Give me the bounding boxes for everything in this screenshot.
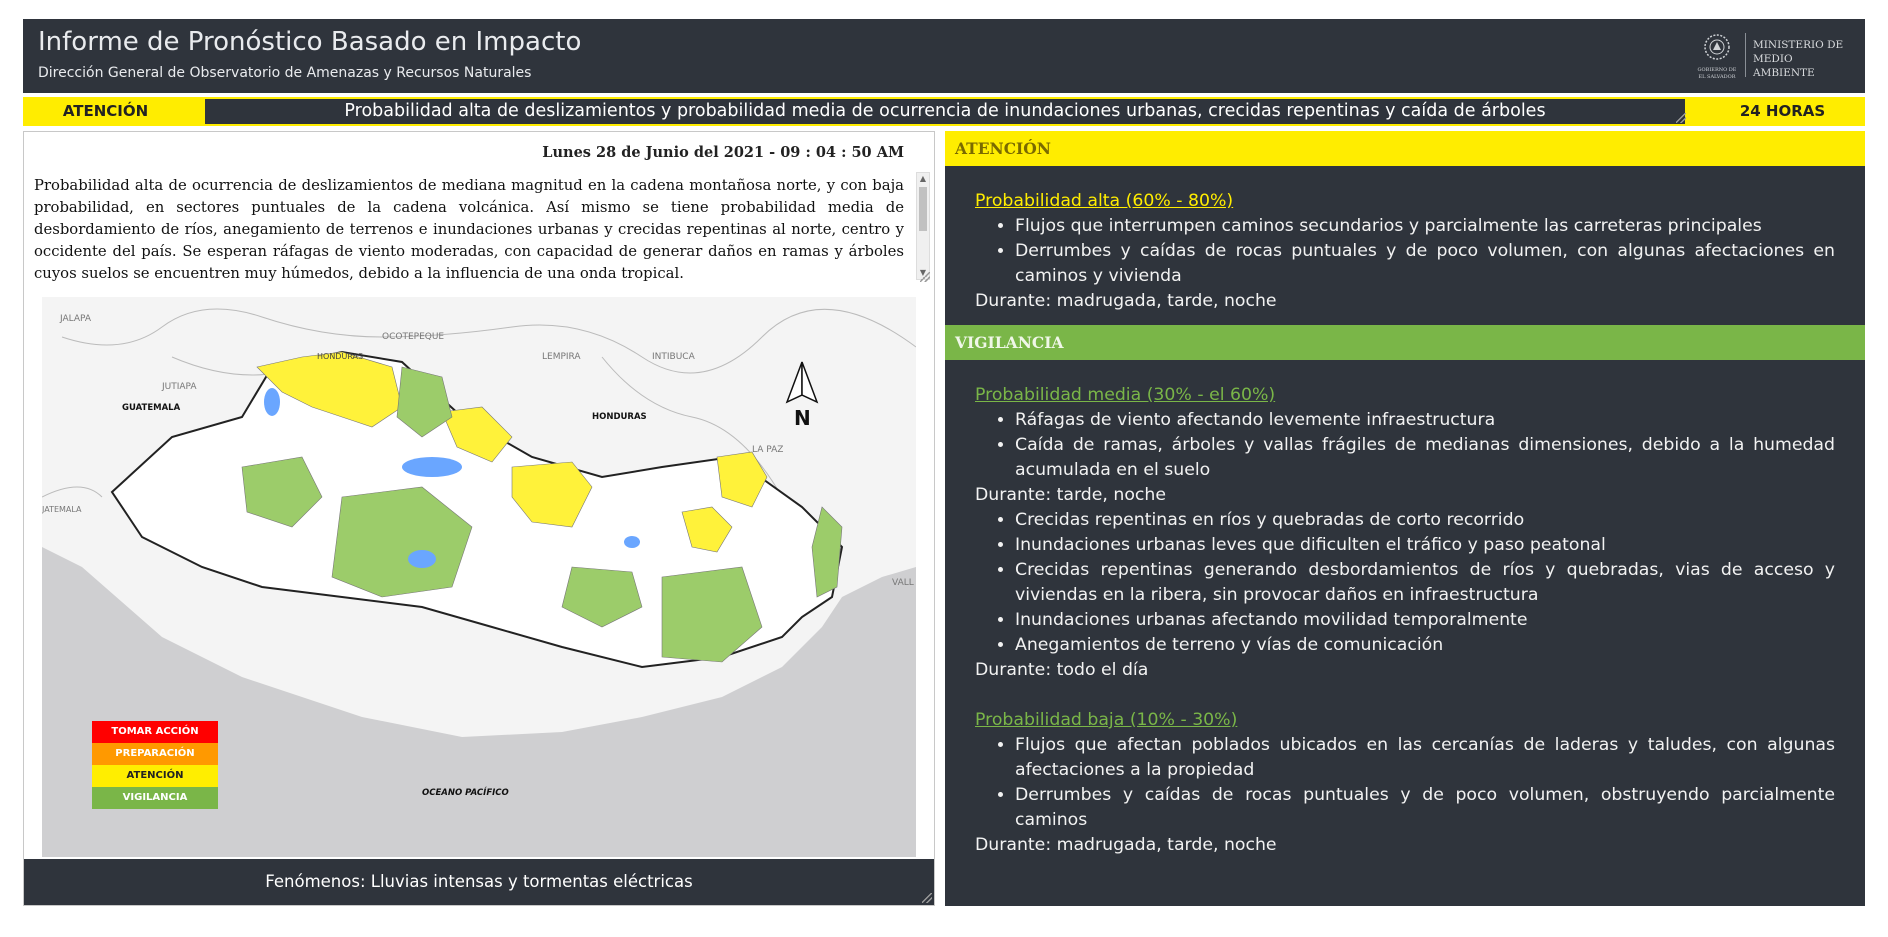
- ministry-line-1: MINISTERIO DE: [1753, 39, 1844, 51]
- map-label-jutiapa: JUTIAPA: [161, 382, 197, 392]
- map-label-ocean: OCEANO PACÍFICO: [422, 786, 509, 798]
- ministry-logo: GOBIERNO DE EL SALVADOR MINISTERIO DE ME…: [1697, 27, 1857, 83]
- ministry-line-2: MEDIO AMBIENTE: [1753, 53, 1815, 79]
- durante-media-a: Durante: tarde, noche: [975, 485, 1166, 505]
- prob-baja-link[interactable]: Probabilidad baja (10% - 30%): [975, 708, 1835, 733]
- legend-preparacion: PREPARACIÓN: [92, 743, 218, 765]
- logo-divider: [1745, 33, 1746, 77]
- alert-period: 24 HORAS: [1739, 102, 1826, 120]
- phenomena-footer: Fenómenos: Lluvias intensas y tormentas …: [24, 859, 934, 905]
- list-item: Inundaciones urbanas afectando movilidad…: [1015, 608, 1835, 633]
- legend-vigilancia: VIGILANCIA: [92, 787, 218, 809]
- north-label: N: [794, 406, 811, 430]
- list-item: Caída de ramas, árboles y vallas frágile…: [1015, 433, 1835, 483]
- alert-message: Probabilidad alta de deslizamientos y pr…: [205, 99, 1685, 124]
- list-item: Anegamientos de terreno y vías de comuni…: [1015, 633, 1835, 658]
- seal-text-2: EL SALVADOR: [1698, 74, 1735, 80]
- legend-atencion: ATENCIÓN: [92, 765, 218, 787]
- map-label-jalapa: JALAPA: [59, 314, 92, 324]
- vigilancia-list-a: Ráfagas de viento afectando levemente in…: [975, 408, 1835, 483]
- map-label-lempira: LEMPIRA: [542, 352, 581, 362]
- resize-handle-icon[interactable]: [922, 893, 932, 903]
- alert-banner: ATENCIÓN Probabilidad alta de deslizamie…: [23, 97, 1865, 126]
- alert-level: ATENCIÓN: [62, 102, 149, 120]
- prob-media-link[interactable]: Probabilidad media (30% - el 60%): [975, 383, 1835, 408]
- prob-alta-link[interactable]: Probabilidad alta (60% - 80%): [975, 189, 1835, 214]
- section-atencion-body: Probabilidad alta (60% - 80%) Flujos que…: [975, 189, 1835, 314]
- list-item: Derrumbes y caídas de rocas puntuales y …: [1015, 783, 1835, 833]
- report-header: Informe de Pronóstico Basado en Impacto …: [23, 19, 1865, 93]
- alert-map: JALAPA OCOTEPEQUE HONDURAS LEMPIRA INTIB…: [42, 297, 916, 857]
- durante-media-b: Durante: todo el día: [975, 660, 1149, 680]
- list-item: Crecidas repentinas generando desbordami…: [1015, 558, 1835, 608]
- section-atencion-header: ATENCIÓN: [945, 131, 1865, 166]
- forecast-description: Probabilidad alta de ocurrencia de desli…: [34, 177, 904, 282]
- map-label-la-paz: LA PAZ: [752, 445, 783, 455]
- scroll-up-icon[interactable]: ▲: [917, 173, 929, 185]
- report-date: Lunes 28 de Junio del 2021 - 09 : 04 : 5…: [542, 144, 904, 161]
- durante-baja: Durante: madrugada, tarde, noche: [975, 835, 1277, 855]
- resize-handle-icon[interactable]: [1676, 113, 1686, 123]
- map-label-ocotepeque: OCOTEPEQUE: [382, 332, 444, 342]
- vigilancia-list-c: Flujos que afectan poblados ubicados en …: [975, 733, 1835, 833]
- map-label-guatemala: GUATEMALA: [122, 403, 181, 413]
- list-item: Inundaciones urbanas leves que dificulte…: [1015, 533, 1835, 558]
- map-label-guatemala-2: JATEMALA: [42, 505, 82, 514]
- map-legend: TOMAR ACCIÓN PREPARACIÓN ATENCIÓN VIGILA…: [92, 721, 218, 809]
- map-label-intibuca: INTIBUCA: [652, 352, 696, 362]
- scroll-thumb[interactable]: [919, 187, 927, 231]
- map-label-valle: VALL: [892, 578, 914, 588]
- government-seal-icon: GOBIERNO DE EL SALVADOR: [1698, 34, 1737, 80]
- report-subtitle: Dirección General de Observatorio de Ame…: [38, 65, 532, 81]
- left-panel: Lunes 28 de Junio del 2021 - 09 : 04 : 5…: [23, 131, 935, 906]
- list-item: Flujos que afectan poblados ubicados en …: [1015, 733, 1835, 783]
- ministry-name: MINISTERIO DE MEDIO AMBIENTE: [1753, 38, 1857, 80]
- list-item: Flujos que interrumpen caminos secundari…: [1015, 214, 1835, 239]
- resize-handle-icon[interactable]: [920, 272, 930, 282]
- right-panel: ATENCIÓN Probabilidad alta (60% - 80%) F…: [945, 131, 1865, 906]
- seal-text-1: GOBIERNO DE: [1698, 67, 1737, 73]
- section-vigilancia-body: Probabilidad media (30% - el 60%) Ráfaga…: [975, 383, 1835, 858]
- list-item: Crecidas repentinas en ríos y quebradas …: [1015, 508, 1835, 533]
- list-item: Derrumbes y caídas de rocas puntuales y …: [1015, 239, 1835, 289]
- atencion-list: Flujos que interrumpen caminos secundari…: [975, 214, 1835, 289]
- map-label-honduras-border: HONDURAS: [317, 352, 363, 361]
- description-scrollbar[interactable]: ▲ ▼: [916, 172, 930, 280]
- section-vigilancia-header: VIGILANCIA: [945, 325, 1865, 360]
- durante-atencion: Durante: madrugada, tarde, noche: [975, 291, 1277, 311]
- vigilancia-list-b: Crecidas repentinas en ríos y quebradas …: [975, 508, 1835, 658]
- list-item: Ráfagas de viento afectando levemente in…: [1015, 408, 1835, 433]
- map-label-honduras: HONDURAS: [592, 412, 647, 422]
- report-title: Informe de Pronóstico Basado en Impacto: [38, 27, 582, 57]
- legend-tomar-accion: TOMAR ACCIÓN: [92, 721, 218, 743]
